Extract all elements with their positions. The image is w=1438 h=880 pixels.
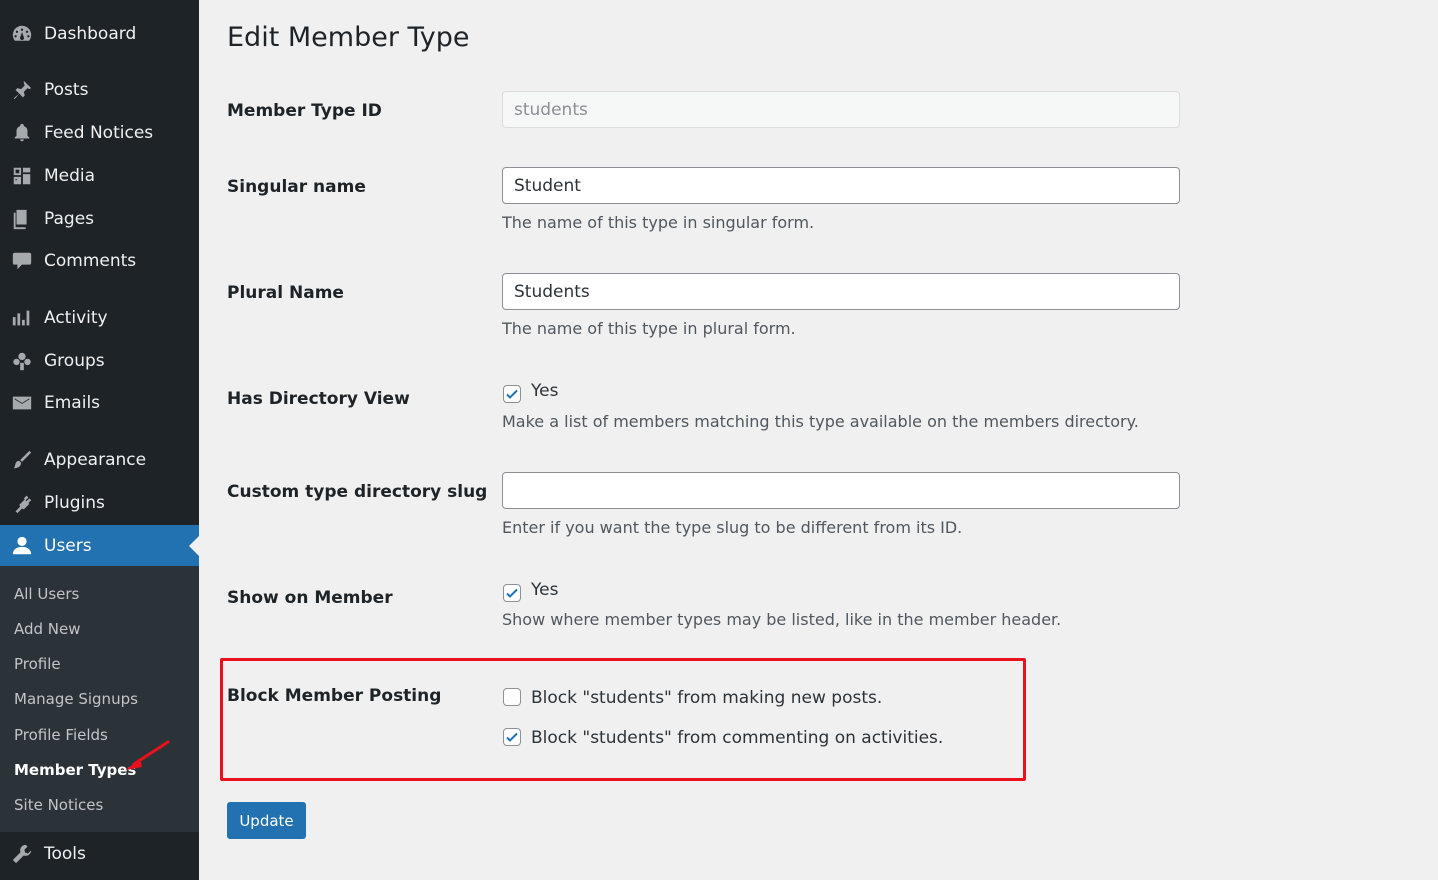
- menu-label: Media: [44, 166, 96, 186]
- submenu-item-profile[interactable]: Profile: [14, 655, 61, 673]
- brush-icon: [10, 448, 34, 472]
- user-icon: [10, 534, 34, 558]
- users-submenu: All Users Add New Profile Manage Signups…: [0, 566, 199, 832]
- plug-icon: [10, 491, 34, 515]
- directory-slug-input[interactable]: [502, 472, 1180, 509]
- annotation-highlight-box: [220, 658, 1026, 781]
- media-icon: [10, 164, 34, 188]
- block-commenting-label: Block "students" from commenting on acti…: [531, 728, 944, 748]
- plural-name-value: Students: [514, 281, 590, 302]
- plural-name-input[interactable]: Students: [502, 273, 1180, 310]
- member-type-id-value: students: [514, 99, 588, 120]
- show-on-member-description: Show where member types may be listed, l…: [502, 610, 1062, 629]
- checkmark-icon: [506, 588, 518, 598]
- submenu-item-profile-fields[interactable]: Profile Fields: [14, 726, 108, 744]
- dashboard-icon: [10, 22, 34, 46]
- member-type-id-input: students: [502, 91, 1180, 128]
- has-directory-label: Has Directory View: [227, 389, 410, 409]
- menu-item-media[interactable]: Media: [0, 155, 199, 197]
- menu-item-users[interactable]: Users: [0, 525, 199, 567]
- submenu-item-add-new[interactable]: Add New: [14, 620, 81, 638]
- menu-item-groups[interactable]: Groups: [0, 340, 199, 382]
- menu-item-activity[interactable]: Activity: [0, 297, 199, 339]
- block-commenting-checkbox[interactable]: [503, 728, 521, 746]
- menu-label: Activity: [44, 308, 108, 328]
- page-title: Edit Member Type: [227, 22, 470, 53]
- submenu-item-all-users[interactable]: All Users: [14, 585, 79, 603]
- checkmark-icon: [506, 732, 518, 742]
- menu-item-dashboard[interactable]: Dashboard: [0, 13, 199, 55]
- email-icon: [10, 391, 34, 415]
- menu-label: Emails: [44, 393, 101, 413]
- menu-label: Users: [44, 536, 92, 556]
- plural-name-description: The name of this type in plural form.: [502, 319, 796, 338]
- menu-label: Dashboard: [44, 24, 137, 44]
- menu-label: Posts: [44, 80, 89, 100]
- submenu-item-manage-signups[interactable]: Manage Signups: [14, 690, 138, 708]
- show-on-member-checkbox-label: Yes: [531, 580, 559, 600]
- block-new-posts-label: Block "students" from making new posts.: [531, 688, 883, 708]
- member-type-id-label: Member Type ID: [227, 101, 382, 121]
- show-on-member-label: Show on Member: [227, 588, 393, 608]
- has-directory-description: Make a list of members matching this typ…: [502, 412, 1139, 431]
- pages-icon: [10, 207, 34, 231]
- wrench-icon: [10, 842, 34, 866]
- singular-name-input[interactable]: Student: [502, 167, 1180, 204]
- menu-item-comments[interactable]: Comments: [0, 240, 199, 282]
- comment-icon: [10, 249, 34, 273]
- has-directory-checkbox-label: Yes: [531, 381, 559, 401]
- singular-name-label: Singular name: [227, 177, 366, 197]
- menu-label: Tools: [44, 844, 86, 864]
- checkmark-icon: [506, 389, 518, 399]
- show-on-member-checkbox[interactable]: [503, 584, 521, 602]
- menu-label: Plugins: [44, 493, 105, 513]
- has-directory-checkbox[interactable]: [503, 385, 521, 403]
- menu-label: Comments: [44, 251, 137, 271]
- menu-label: Appearance: [44, 450, 147, 470]
- pin-icon: [10, 78, 34, 102]
- singular-name-description: The name of this type in singular form.: [502, 213, 815, 232]
- menu-item-plugins[interactable]: Plugins: [0, 482, 199, 524]
- groups-icon: [10, 349, 34, 373]
- directory-slug-label: Custom type directory slug: [227, 482, 488, 502]
- update-button[interactable]: Update: [227, 802, 306, 839]
- activity-icon: [10, 306, 34, 330]
- plural-name-label: Plural Name: [227, 283, 344, 303]
- menu-item-appearance[interactable]: Appearance: [0, 439, 199, 481]
- menu-label: Groups: [44, 351, 105, 371]
- menu-item-posts[interactable]: Posts: [0, 69, 199, 111]
- directory-slug-description: Enter if you want the type slug to be di…: [502, 518, 963, 537]
- menu-item-emails[interactable]: Emails: [0, 382, 199, 424]
- block-posting-label: Block Member Posting: [227, 686, 442, 706]
- bell-icon: [10, 121, 34, 145]
- menu-item-tools[interactable]: Tools: [0, 833, 199, 875]
- singular-name-value: Student: [514, 175, 581, 196]
- menu-item-pages[interactable]: Pages: [0, 198, 199, 240]
- menu-item-feed-notices[interactable]: Feed Notices: [0, 112, 199, 154]
- block-new-posts-checkbox[interactable]: [503, 688, 521, 706]
- submenu-item-site-notices[interactable]: Site Notices: [14, 796, 103, 814]
- menu-label: Pages: [44, 209, 95, 229]
- menu-label: Feed Notices: [44, 123, 154, 143]
- annotation-arrow: [126, 740, 170, 770]
